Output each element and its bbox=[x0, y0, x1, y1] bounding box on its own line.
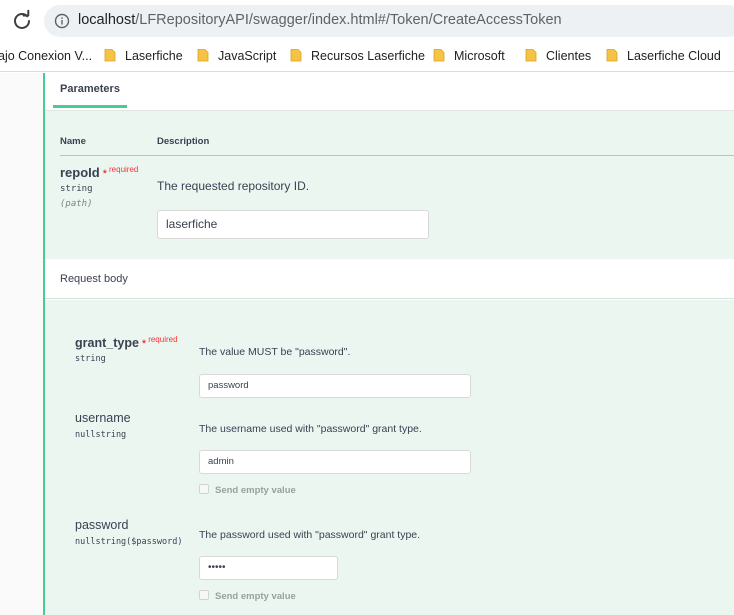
bookmark-folder-laserfiche[interactable]: Laserfiche bbox=[104, 48, 183, 66]
field-description: The password used with "password" grant … bbox=[199, 529, 421, 541]
folder-icon bbox=[290, 49, 302, 62]
url-path: /LFRepositoryAPI/swagger/index.html#/Tok… bbox=[135, 12, 562, 28]
field-type: nullstring bbox=[75, 430, 127, 440]
field-description: The username used with "password" grant … bbox=[199, 423, 422, 435]
info-icon[interactable] bbox=[54, 13, 70, 29]
send-empty-checkbox[interactable] bbox=[199, 484, 209, 494]
field-description: The value MUST be "password". bbox=[199, 346, 351, 358]
grant-type-input[interactable]: password bbox=[199, 374, 471, 398]
required-star: * bbox=[102, 168, 108, 180]
send-empty-label: Send empty value bbox=[215, 485, 296, 496]
table-header-divider bbox=[45, 155, 734, 156]
folder-icon bbox=[606, 49, 618, 62]
bookmark-item[interactable]: ajo Conexion V... bbox=[0, 48, 92, 66]
field-type: nullstring($password) bbox=[75, 537, 183, 547]
send-empty-value-username[interactable]: Send empty value bbox=[199, 484, 296, 496]
url-text[interactable]: localhost/LFRepositoryAPI/swagger/index.… bbox=[78, 12, 562, 28]
url-host: localhost bbox=[78, 12, 136, 28]
request-body-form: grant_type * required string The value MUS… bbox=[45, 300, 734, 615]
folder-icon bbox=[525, 49, 537, 62]
param-name-text: repoId bbox=[60, 165, 100, 180]
bookmark-folder-clientes[interactable]: Clientes bbox=[525, 48, 591, 66]
folder-icon bbox=[197, 49, 209, 62]
request-body-title: Request body bbox=[60, 273, 128, 285]
param-name-repoid: repoId * required bbox=[60, 165, 138, 180]
password-input[interactable]: ••••• bbox=[199, 556, 338, 580]
bookmark-label: Laserfiche bbox=[125, 49, 183, 63]
bookmark-label: Clientes bbox=[546, 49, 592, 63]
column-header-name: Name bbox=[60, 136, 86, 147]
parameters-table: Name Description repoId * required string … bbox=[45, 111, 734, 259]
tab-active-indicator bbox=[53, 105, 127, 108]
reload-icon[interactable] bbox=[10, 9, 34, 33]
bookmark-label: Recursos Laserfiche bbox=[311, 49, 425, 63]
send-empty-checkbox[interactable] bbox=[199, 590, 209, 600]
bookmark-label: ajo Conexion V... bbox=[0, 49, 93, 63]
swagger-page: Parameters Name Description repoId * requi… bbox=[0, 73, 734, 615]
bookmark-folder-recursos[interactable]: Recursos Laserfiche bbox=[290, 48, 425, 66]
browser-toolbar: localhost/LFRepositoryAPI/swagger/index.… bbox=[0, 0, 734, 42]
field-name-username: username bbox=[75, 411, 131, 425]
bookmark-folder-microsoft[interactable]: Microsoft bbox=[433, 48, 505, 66]
param-location: (path) bbox=[60, 199, 93, 209]
bookmark-label: JavaScript bbox=[218, 49, 277, 63]
required-label: required bbox=[109, 165, 139, 174]
bookmarks-bar: ajo Conexion V... Laserfiche JavaScript … bbox=[0, 42, 734, 72]
param-type: string bbox=[60, 184, 93, 194]
field-name-password: password bbox=[75, 518, 129, 532]
folder-icon bbox=[433, 49, 445, 62]
folder-icon bbox=[104, 49, 116, 62]
field-type: string bbox=[75, 354, 106, 364]
field-name-grant-type: grant_type * required bbox=[75, 335, 178, 350]
bookmark-label: Laserfiche Cloud bbox=[627, 49, 721, 63]
required-label: required bbox=[148, 335, 178, 344]
required-star: * bbox=[141, 338, 147, 350]
bookmark-label: Microsoft bbox=[454, 49, 505, 63]
parameters-header: Parameters bbox=[45, 73, 734, 111]
username-input[interactable]: admin bbox=[199, 450, 471, 474]
bookmark-folder-laserfiche-cloud[interactable]: Laserfiche Cloud bbox=[606, 48, 721, 66]
address-bar[interactable]: localhost/LFRepositoryAPI/swagger/index.… bbox=[44, 5, 734, 37]
column-header-description: Description bbox=[157, 136, 210, 147]
repoid-input[interactable]: laserfiche bbox=[157, 210, 429, 239]
param-description: The requested repository ID. bbox=[157, 179, 310, 193]
tab-parameters[interactable]: Parameters bbox=[60, 83, 120, 95]
divider-gap bbox=[45, 155, 60, 156]
field-name-text: grant_type bbox=[75, 336, 139, 350]
send-empty-label: Send empty value bbox=[215, 591, 296, 602]
page-gutter bbox=[0, 73, 43, 615]
request-body-header: Request body bbox=[45, 259, 734, 299]
bookmark-folder-javascript[interactable]: JavaScript bbox=[197, 48, 276, 66]
send-empty-value-password[interactable]: Send empty value bbox=[199, 590, 296, 602]
